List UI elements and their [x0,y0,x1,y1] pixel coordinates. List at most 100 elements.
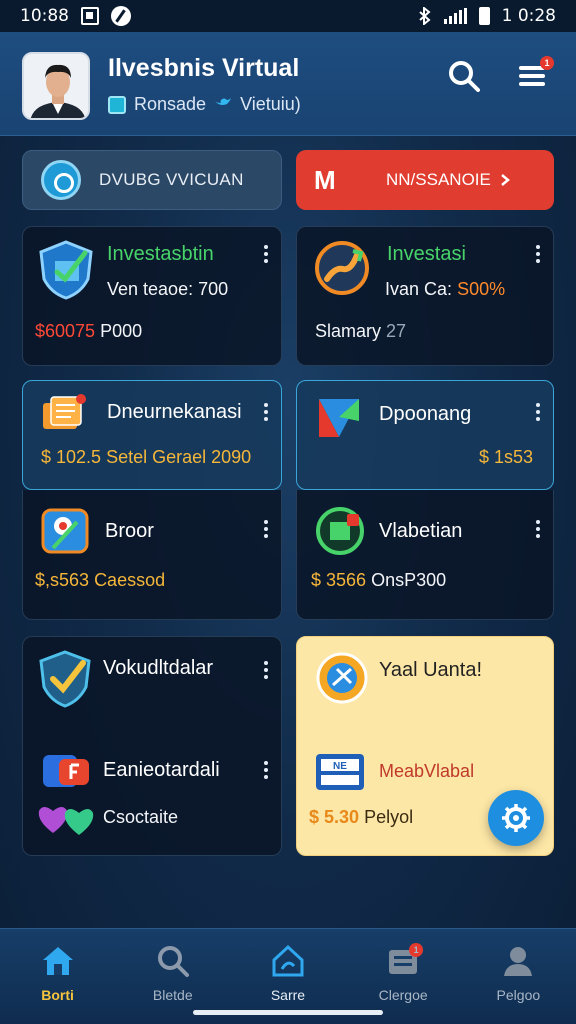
chat-icon [41,160,81,200]
maps-icon [41,508,89,554]
chevron-right-icon [501,174,510,186]
card-title: Dneurnekanasi [107,401,242,423]
nav-label: Borti [41,987,74,1003]
nav-item-home[interactable]: Borti [8,943,108,1024]
header-subtitle: Ronsade Vietuiu) [108,94,301,115]
card-footer-text: Csoctaite [103,807,179,827]
card-amount-label: Caessod [94,570,166,590]
hearts-icon [38,807,94,835]
card-detail: Ivan Ca: S00% [385,279,505,300]
badge-icon [316,652,368,704]
card-investasbtin[interactable]: Investasbtin Ven teaoe: 700 $60075 P000 [22,226,282,366]
primary-action-label: DVUBG VVICUAN [99,170,244,189]
avatar[interactable] [22,52,90,120]
search-icon [157,946,189,977]
more-options-icon[interactable] [263,761,269,779]
card-summary-row: Slamary 27 [315,321,406,342]
notification-icon [81,7,99,25]
card-amount: $ 1s53 [479,447,534,467]
home-indicator[interactable] [193,1010,383,1015]
card-title: Vlabetian [379,520,463,542]
more-options-icon[interactable] [535,520,541,538]
header-sub-left: Ronsade [134,94,207,114]
shield-verified-icon [39,650,91,708]
card-subtitle: Eanieotardali [103,759,220,781]
card-amount-row: $ 3566 OnsP300 [311,570,446,591]
card-vokudltdalar[interactable]: Vokudltdalar Eanieotardali Csoctaite [22,636,282,856]
more-options-icon[interactable] [263,661,269,679]
card-amount: $60075 [35,321,96,341]
bluetooth-icon [418,7,431,25]
news-icon: NE [316,754,364,790]
settings-fab[interactable] [488,790,544,846]
card-amount-label: OnsP300 [371,570,447,590]
svg-text:NE: NE [333,761,347,772]
app-title: Ilvesbnis Virtual [108,54,300,82]
card-title: Vokudltdalar [103,657,214,679]
more-options-icon[interactable] [263,520,269,538]
status-time-right: 1 0:28 [501,6,556,26]
app-status-icon [111,6,131,26]
search-icon [449,61,480,92]
card-amount-row: $,s563 Caessod [35,570,165,591]
card-amount: $ 102.5 [41,447,102,467]
card-amount-row: $ 5.30 Pelyol [309,807,413,828]
app-header: Ilvesbnis Virtual Ronsade Vietuiu) 1 [0,32,576,136]
card-detail-prefix: Ivan Ca: [385,279,453,299]
card-amount-label: Setel Gerael 2090 [106,447,252,467]
nav-label: Pelgoo [496,987,541,1003]
house-outline-icon [272,944,304,977]
card-amount-label: Pelyol [364,807,414,827]
primary-action-button[interactable]: DVUBG VVICUAN [22,150,282,210]
nav-label: Sarre [270,987,306,1003]
status-time-left: 10:88 [20,6,69,26]
nav-label: Bletde [152,987,193,1003]
video-app-icon [43,755,89,787]
home-icon [42,947,73,975]
gear-icon [502,804,530,832]
card-broor[interactable]: Broor $,s563 Caessod [22,490,282,620]
card-amount: $,s563 [35,570,90,590]
card-title: Investasbtin [107,243,214,265]
card-percent: S00% [457,279,506,299]
card-amount: $ 3566 [311,570,367,590]
more-options-icon[interactable] [535,403,541,421]
signal-icon [443,8,467,24]
more-options-icon[interactable] [263,245,269,263]
card-title: Dpoonang [379,403,472,425]
status-bar: 10:88 1 0:28 [0,0,576,32]
finance-app-icon [316,507,364,555]
profile-badge-icon [108,95,126,114]
card-amount-row: $60075 P000 [35,321,142,342]
bird-icon [215,97,232,105]
card-detail: Ven teaoe: 700 [107,279,229,299]
card-dneurnekanasi[interactable]: Dneurnekanasi $ 102.5 Setel Gerael 2090 [22,380,282,490]
nav-item-profile[interactable]: Pelgoo [468,943,568,1024]
card-amount-row: $ 1s53 [479,447,533,468]
card-title: Investasi [387,243,466,265]
battery-icon [478,7,490,25]
mail-icon: M [314,164,336,195]
secondary-action-button[interactable]: M NN/SSANOIE [296,150,554,210]
growth-chart-icon [315,241,369,295]
card-amount-label: P000 [100,321,143,341]
secondary-action-label: NN/SSANOIE [386,170,491,189]
card-subtitle: MeabVlabal [379,761,475,781]
card-amount: $ 5.30 [309,807,360,827]
documents-icon [43,394,86,429]
menu-button[interactable]: 1 [512,54,556,98]
card-title: Broor [105,520,154,542]
card-vlabetian[interactable]: Vlabetian $ 3566 OnsP300 [296,490,554,620]
triangle-app-icon [319,399,359,437]
more-options-icon[interactable] [535,245,541,263]
search-button[interactable] [442,54,486,98]
card-summary-label: Slamary [315,321,382,341]
card-amount-row: $ 102.5 Setel Gerael 2090 [41,447,251,468]
card-investasi[interactable]: Investasi Ivan Ca: S00% Slamary 27 [296,226,554,366]
card-title: Yaal Uanta! [379,659,483,681]
card-dpoonang[interactable]: Dpoonang $ 1s53 [296,380,554,490]
shield-check-icon [39,240,93,300]
header-sub-right: Vietuiu) [240,94,301,114]
more-options-icon[interactable] [263,403,269,421]
nav-label: Clergoe [378,987,428,1003]
